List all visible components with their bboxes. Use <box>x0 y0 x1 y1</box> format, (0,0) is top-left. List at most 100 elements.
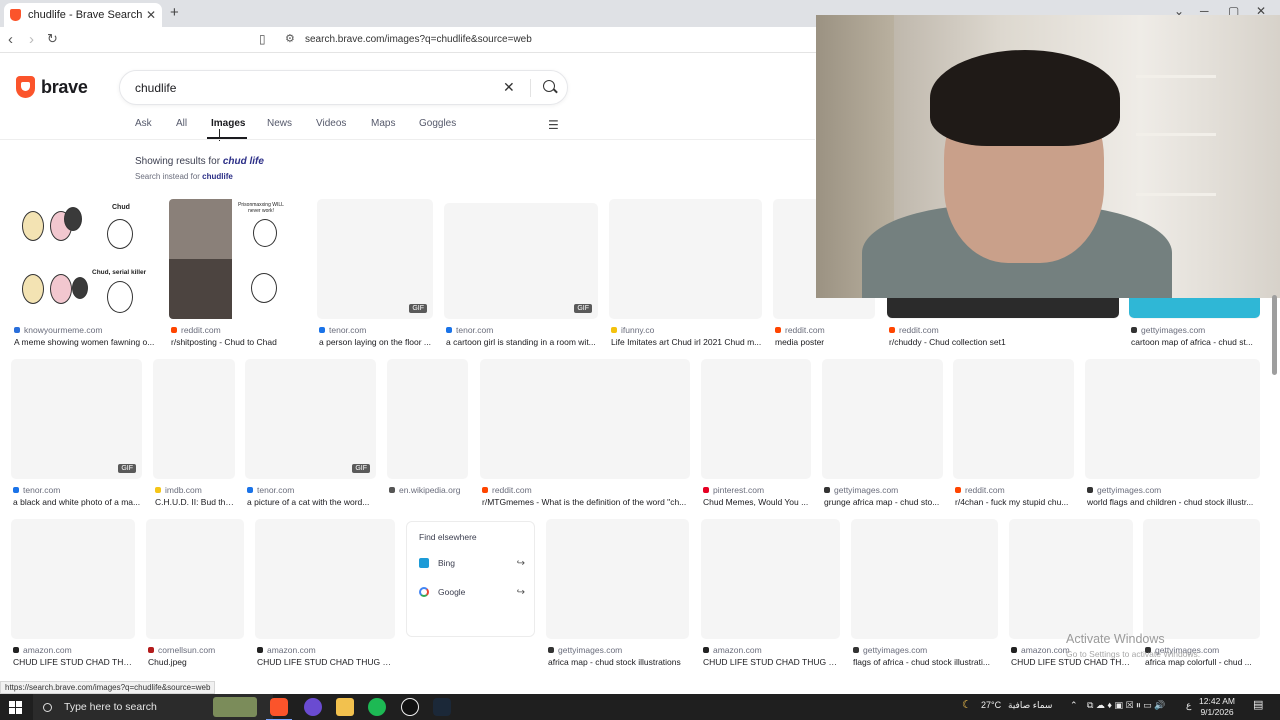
result-source[interactable]: amazon.com <box>13 645 72 655</box>
result-title[interactable]: cartoon map of africa - chud st... <box>1131 337 1260 347</box>
result-source[interactable]: reddit.com <box>171 325 221 335</box>
tab-ask[interactable]: Ask <box>135 118 152 129</box>
image-thumbnail[interactable]: GIF <box>11 359 142 479</box>
file-explorer-icon[interactable] <box>336 698 354 716</box>
result-title[interactable]: A meme showing women fawning o... <box>14 337 156 347</box>
result-source[interactable]: reddit.com <box>955 485 1005 495</box>
result-title[interactable]: a cartoon girl is standing in a room wit… <box>446 337 598 347</box>
search-box[interactable]: chudlife ✕ <box>119 70 568 105</box>
image-thumbnail[interactable] <box>255 519 395 639</box>
result-title[interactable]: a person laying on the floor ... <box>319 337 433 347</box>
clear-search-icon[interactable]: ✕ <box>503 79 515 96</box>
tab-all[interactable]: All <box>176 118 187 129</box>
search-icon[interactable] <box>543 80 555 92</box>
image-thumbnail[interactable] <box>480 359 690 479</box>
result-source[interactable]: gettyimages.com <box>824 485 898 495</box>
image-result[interactable]: GIF tenor.com a black and white photo of a… <box>11 359 142 523</box>
reload-icon[interactable]: ↻ <box>47 31 58 47</box>
result-title[interactable]: world flags and children - chud stock il… <box>1087 497 1260 507</box>
tab-maps[interactable]: Maps <box>371 118 395 129</box>
image-thumbnail-partial[interactable] <box>887 298 1119 318</box>
image-thumbnail[interactable]: GIF <box>444 203 598 319</box>
result-source[interactable]: imdb.com <box>155 485 202 495</box>
weather-desc[interactable]: سماء صافية <box>1008 700 1052 711</box>
result-source[interactable]: amazon.com <box>703 645 762 655</box>
original-query-link[interactable]: chudlife <box>202 172 233 181</box>
result-title[interactable]: Chud.jpeg <box>148 657 244 667</box>
result-source[interactable]: gettyimages.com <box>1087 485 1161 495</box>
image-thumbnail[interactable] <box>822 359 943 479</box>
result-source[interactable]: cornellsun.com <box>148 645 215 655</box>
meme-image-chud-to-chad[interactable]: Prisonmaxxing WILL never work! <box>169 199 307 319</box>
find-on-google[interactable]: Google ↪ <box>419 587 525 598</box>
image-result[interactable]: amazon.com CHUD LIFE STUD CHAD THUG M... <box>255 519 395 683</box>
address-bar[interactable]: search.brave.com/images?q=chudlife&sourc… <box>305 34 532 45</box>
result-title[interactable]: CHUD LIFE STUD CHAD THU... <box>13 657 135 667</box>
image-thumbnail[interactable] <box>851 519 998 639</box>
tray-chevron-icon[interactable]: ⌃ <box>1070 700 1078 711</box>
result-source[interactable]: tenor.com <box>446 325 493 335</box>
meme-image-women-fawning[interactable]: Chud Chud, serial killer <box>12 199 156 319</box>
image-thumbnail[interactable] <box>153 359 235 479</box>
image-result[interactable]: en.wikipedia.org <box>387 359 468 523</box>
result-source[interactable]: gettyimages.com <box>1131 325 1205 335</box>
image-result[interactable]: ifunny.co Life Imitates art Chud irl 2021… <box>609 199 762 363</box>
tab-goggles[interactable]: Goggles <box>419 118 456 129</box>
image-result[interactable]: reddit.com r/4chan - fuck my stupid chu..… <box>953 359 1074 523</box>
tray-icons[interactable]: ⧉ ☁ ♦ ▣ ☒ ⏸ ▭ 🔊 <box>1087 700 1165 711</box>
result-source[interactable]: reddit.com <box>775 325 825 335</box>
image-thumbnail[interactable] <box>11 519 135 639</box>
image-thumbnail-partial[interactable] <box>1129 298 1260 318</box>
image-result[interactable]: pinterest.com Chud Memes, Would You ... <box>701 359 811 523</box>
image-result[interactable]: GIF tenor.com a picture of a cat with the … <box>245 359 376 523</box>
result-source[interactable]: tenor.com <box>319 325 366 335</box>
result-source[interactable]: knowyourmeme.com <box>14 325 102 335</box>
browser-tab[interactable]: chudlife - Brave Search ✕ <box>4 3 162 27</box>
image-result[interactable]: gettyimages.com flags of africa - chud st… <box>851 519 998 683</box>
image-result[interactable]: amazon.com CHUD LIFE STUD CHAD THUG M... <box>701 519 840 683</box>
result-title[interactable]: CHUD LIFE STUD CHAD THUG M... <box>703 657 840 667</box>
forward-icon[interactable]: › <box>29 31 34 48</box>
input-language[interactable]: ع <box>1186 700 1191 711</box>
result-title[interactable]: grunge africa map - chud sto... <box>824 497 943 507</box>
spotify-icon[interactable] <box>368 698 386 716</box>
back-icon[interactable]: ‹ <box>8 31 13 48</box>
image-thumbnail[interactable] <box>701 359 811 479</box>
tab-images[interactable]: Images <box>211 118 245 129</box>
result-title[interactable]: a black and white photo of a ma... <box>13 497 142 507</box>
image-thumbnail[interactable] <box>1085 359 1260 479</box>
result-title[interactable]: flags of africa - chud stock illustrati.… <box>853 657 998 667</box>
image-thumbnail[interactable] <box>387 359 468 479</box>
close-tab-icon[interactable]: ✕ <box>146 8 156 22</box>
image-thumbnail[interactable] <box>953 359 1074 479</box>
result-title[interactable]: r/4chan - fuck my stupid chu... <box>955 497 1074 507</box>
image-result[interactable]: GIF tenor.com a cartoon girl is standing i… <box>444 203 598 363</box>
result-title[interactable]: r/chuddy - Chud collection set1 <box>889 337 1119 347</box>
result-title[interactable]: Chud Memes, Would You ... <box>703 497 811 507</box>
weather-temp[interactable]: 27°C <box>981 700 1001 710</box>
result-title[interactable]: media poster <box>775 337 875 347</box>
brave-logo[interactable]: brave <box>16 76 88 98</box>
image-result[interactable]: GIF tenor.com a person laying on the floor… <box>317 199 433 363</box>
result-title[interactable]: Life Imitates art Chud irl 2021 Chud m..… <box>611 337 762 347</box>
image-thumbnail[interactable] <box>546 519 689 639</box>
image-thumbnail[interactable] <box>1009 519 1133 639</box>
steam-icon[interactable] <box>433 698 451 716</box>
site-info-icon[interactable]: ⚙ <box>285 32 295 45</box>
result-title[interactable]: CHUD LIFE STUD CHAD THUG M... <box>257 657 395 667</box>
tab-videos[interactable]: Videos <box>316 118 346 129</box>
image-thumbnail[interactable] <box>146 519 244 639</box>
image-result[interactable]: gettyimages.com world flags and children … <box>1085 359 1260 523</box>
result-title[interactable]: africa map - chud stock illustrations <box>548 657 689 667</box>
image-thumbnail[interactable] <box>701 519 840 639</box>
image-result[interactable]: amazon.com CHUD LIFE STUD CHAD THU... <box>11 519 135 683</box>
result-source[interactable]: gettyimages.com <box>548 645 622 655</box>
result-source[interactable]: tenor.com <box>247 485 294 495</box>
tab-news[interactable]: News <box>267 118 292 129</box>
image-thumbnail[interactable]: GIF <box>317 199 433 319</box>
result-source[interactable]: pinterest.com <box>703 485 764 495</box>
app-icon[interactable] <box>401 698 419 716</box>
result-title[interactable]: C.H.U.D. II: Bud the... <box>155 497 235 507</box>
notification-icon[interactable]: ▤ <box>1253 698 1263 711</box>
image-result[interactable]: gettyimages.com africa map - chud stock i… <box>546 519 689 683</box>
